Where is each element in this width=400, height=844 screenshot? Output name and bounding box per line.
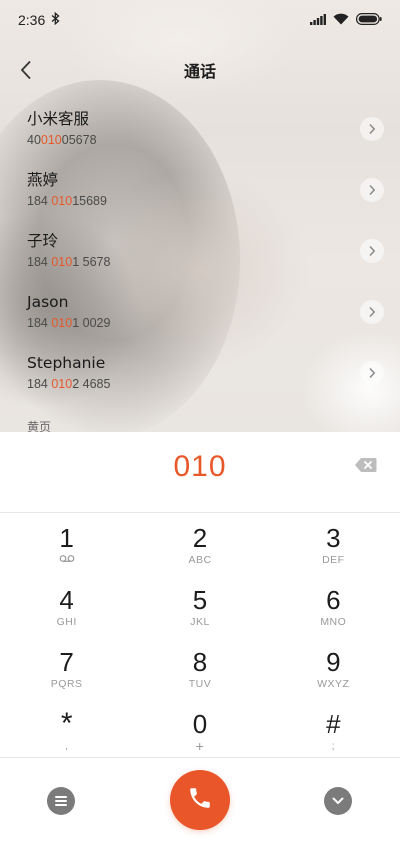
contact-number: 184 0101 0029 (27, 316, 111, 330)
page-title: 通话 (183, 62, 216, 81)
contact-item[interactable]: 子玲 184 0101 5678 (0, 222, 400, 283)
key-2[interactable]: 2 ABC (133, 514, 266, 576)
signal-icon (310, 12, 326, 28)
keypad: 1 2 ABC 3 DEF 4 GHI 5 JKL 6 MNO 7 PQRS 8… (0, 514, 400, 762)
number-match: 010 (51, 377, 73, 391)
key-hash[interactable]: # ; (267, 700, 400, 762)
number-match: 010 (51, 255, 73, 269)
contact-name: 小米客服 (27, 110, 90, 128)
contact-name: Stephanie (27, 354, 106, 372)
contact-number: 4001005678 (27, 133, 97, 147)
number-match: 010 (51, 316, 73, 330)
key-9[interactable]: 9 WXYZ (267, 638, 400, 700)
dial-panel: 010 1 2 ABC 3 DEF 4 GHI 5 JKL 6 MNO 7 PQ… (0, 432, 400, 844)
header: 通话 (0, 48, 400, 92)
key-6[interactable]: 6 MNO (267, 576, 400, 638)
number-match: 010 (51, 194, 73, 208)
contact-number: 184 0101 5678 (27, 255, 111, 269)
key-8[interactable]: 8 TUV (133, 638, 266, 700)
status-bar: 2:36 (0, 0, 400, 40)
key-4[interactable]: 4 GHI (0, 576, 133, 638)
contact-item[interactable]: 小米客服 4001005678 (0, 100, 400, 161)
call-button[interactable] (170, 770, 230, 830)
chevron-down-icon[interactable] (324, 787, 352, 815)
chevron-right-icon[interactable] (360, 178, 384, 202)
status-time: 2:36 (18, 12, 46, 28)
chevron-right-icon[interactable] (360, 117, 384, 141)
dialed-number: 010 (173, 450, 227, 483)
key-5[interactable]: 5 JKL (133, 576, 266, 638)
bluetooth-icon (51, 11, 60, 28)
key-7[interactable]: 7 PQRS (0, 638, 133, 700)
action-bar (0, 758, 400, 844)
phone-icon (187, 785, 213, 815)
battery-icon (356, 12, 382, 28)
key-0[interactable]: 0 + (133, 700, 266, 762)
contact-item[interactable]: Jason 184 0101 0029 (0, 283, 400, 344)
contact-list: 小米客服 4001005678 燕婷 184 01015689 子玲 184 0… (0, 100, 400, 405)
chevron-right-icon[interactable] (360, 361, 384, 385)
wifi-icon (333, 12, 349, 28)
number-match: 010 (40, 133, 62, 147)
key-1[interactable]: 1 (0, 514, 133, 576)
chevron-right-icon[interactable] (360, 300, 384, 324)
contact-name: 子玲 (27, 232, 59, 250)
contact-number: 184 0102 4685 (27, 377, 111, 391)
contact-name: 燕婷 (27, 171, 59, 189)
voicemail-icon (59, 554, 75, 566)
chevron-right-icon[interactable] (360, 239, 384, 263)
backspace-icon[interactable] (354, 456, 378, 474)
key-3[interactable]: 3 DEF (267, 514, 400, 576)
back-arrow-icon[interactable] (10, 54, 42, 86)
contact-name: Jason (27, 293, 69, 311)
contact-item[interactable]: Stephanie 184 0102 4685 (0, 344, 400, 405)
menu-icon[interactable] (47, 787, 75, 815)
contact-number: 184 01015689 (27, 194, 107, 208)
divider (0, 512, 400, 513)
contact-item[interactable]: 燕婷 184 01015689 (0, 161, 400, 222)
key-star[interactable]: * , (0, 700, 133, 762)
